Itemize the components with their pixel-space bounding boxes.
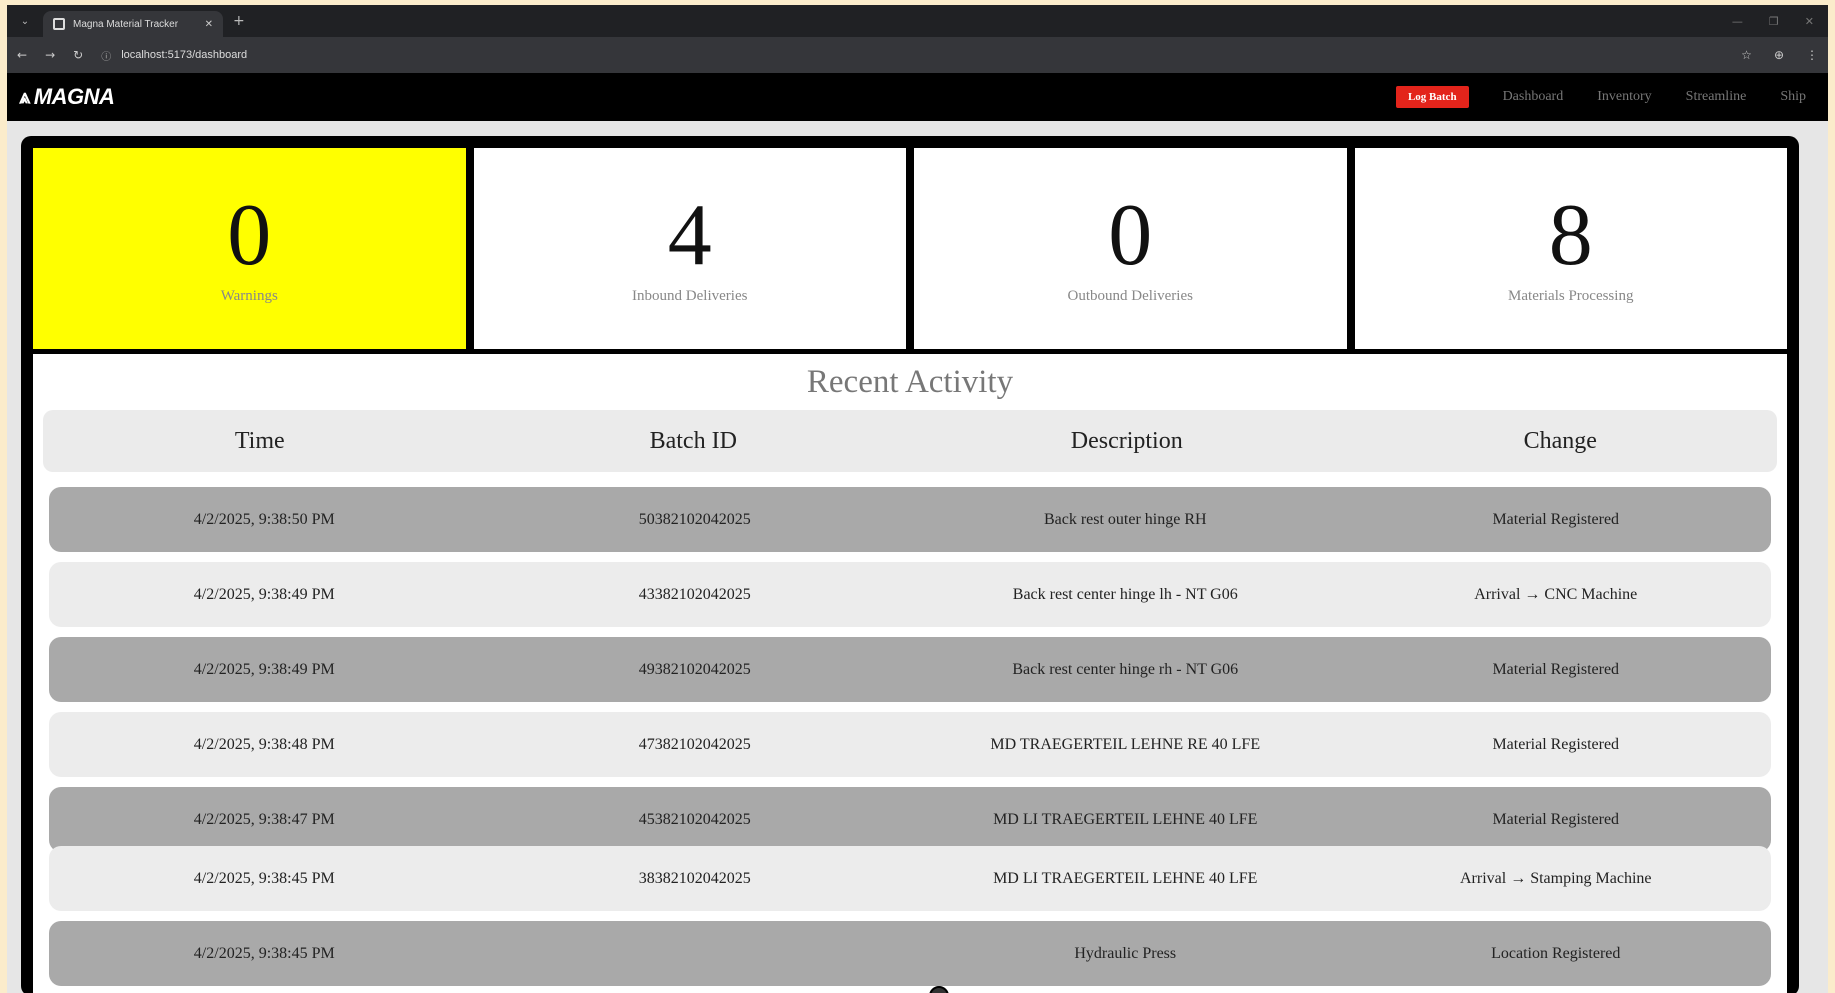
nav-link-inventory[interactable]: Inventory [1597,89,1651,105]
cell-description: Back rest center hinge rh - NT G06 [1012,660,1239,678]
table-row[interactable]: 4/2/2025, 9:38:45 PM Hydraulic Press Loc… [49,921,1771,986]
cell-batch-id: 47382102042025 [638,735,751,753]
stat-value: 8 [1548,187,1593,284]
table-row[interactable]: 4/2/2025, 9:38:50 PM 50382102042025 Back… [49,487,1771,552]
column-header-time: Time [234,427,285,454]
stat-card-materials-processing[interactable]: 8 Materials Processing [1354,148,1787,349]
close-tab-icon[interactable]: ✕ [205,19,213,30]
stat-card-inbound-deliveries[interactable]: 4 Inbound Deliveries [473,148,906,349]
stat-card-warnings[interactable]: 0 Warnings [33,148,466,349]
table-row[interactable]: 4/2/2025, 9:38:49 PM 49382102042025 Back… [49,637,1771,702]
cell-time: 4/2/2025, 9:38:49 PM [193,585,335,603]
cell-change: Location Registered [1491,944,1621,962]
cell-change: Arrival → Stamping Machine [1459,869,1652,887]
bookmark-star-icon[interactable]: ☆ [1741,48,1752,62]
browser-menu-icon[interactable]: ⋮ [1806,48,1818,62]
cell-change: Material Registered [1492,735,1620,753]
stat-value: 0 [227,187,272,284]
back-icon[interactable]: ← [17,48,27,62]
table-row[interactable]: 4/2/2025, 9:38:47 PM 45382102042025 MD L… [49,787,1771,852]
site-info-icon[interactable]: ⓘ [101,48,111,63]
nav-link-dashboard[interactable]: Dashboard [1503,89,1564,105]
url-text: localhost:5173/dashboard [121,49,248,61]
stat-card-outbound-deliveries[interactable]: 0 Outbound Deliveries [914,148,1347,349]
magna-logo[interactable]: ⩓ MAGNA [19,84,115,110]
close-window-icon[interactable]: ✕ [1805,15,1814,28]
extensions-icon[interactable]: ⊕ [1774,48,1784,62]
stat-value: 0 [1108,187,1153,284]
table-header: Time Batch ID Description Change [43,410,1777,472]
cell-batch-id: 43382102042025 [638,585,751,603]
page-favicon-icon [53,18,65,30]
new-tab-icon[interactable]: + [233,13,245,29]
log-batch-button[interactable]: Log Batch [1395,86,1469,108]
cell-change: Material Registered [1492,510,1620,528]
tab-search-icon[interactable]: ⌄ [17,13,33,29]
cell-time: 4/2/2025, 9:38:48 PM [193,735,335,753]
forward-icon[interactable]: → [45,48,55,62]
column-header-batch-id: Batch ID [649,427,737,454]
cell-time: 4/2/2025, 9:38:45 PM [193,869,335,887]
stats-row: 0 Warnings 4 Inbound Deliveries 0 Outbou… [33,148,1787,349]
app-navbar: ⩓ MAGNA Log Batch Dashboard Inventory St… [7,73,1828,121]
nav-links: Log Batch Dashboard Inventory Streamline… [1395,86,1816,108]
cell-description: Back rest outer hinge RH [1043,510,1207,528]
cell-time: 4/2/2025, 9:38:47 PM [193,810,335,828]
stat-label: Materials Processing [1508,288,1634,304]
reload-icon[interactable]: ↻ [73,48,83,62]
magna-chevron-logo-icon: ⩓ [19,85,30,108]
cell-time: 4/2/2025, 9:38:45 PM [193,944,335,962]
recent-activity-title: Recent Activity [806,364,1014,400]
maximize-icon[interactable]: ❐ [1769,15,1779,28]
minimize-icon[interactable]: — [1732,15,1743,28]
cell-description: Hydraulic Press [1074,944,1177,962]
address-bar[interactable]: ⓘ localhost:5173/dashboard [101,48,247,63]
table-row[interactable]: 4/2/2025, 9:38:45 PM 38382102042025 MD L… [49,846,1771,911]
column-header-description: Description [1070,427,1183,454]
window-controls: — ❐ ✕ [1732,15,1828,28]
cell-batch-id: 49382102042025 [638,660,751,678]
address-bar-row: ← → ↻ ⓘ localhost:5173/dashboard ☆ ⊕ ⋮ [7,37,1828,73]
browser-actions: ☆ ⊕ ⋮ [1741,48,1818,62]
activity-rows: 4/2/2025, 9:38:50 PM 50382102042025 Back… [43,487,1777,986]
recent-activity-section: Recent Activity Time Batch ID Descriptio… [33,354,1787,993]
cell-batch-id: 38382102042025 [638,869,751,887]
stat-label: Outbound Deliveries [1067,288,1193,304]
stat-value: 4 [667,187,712,284]
cell-batch-id: 50382102042025 [638,510,751,528]
browser-tab[interactable]: Magna Material Tracker ✕ [43,11,223,37]
dashboard-panel: 0 Warnings 4 Inbound Deliveries 0 Outbou… [21,136,1799,993]
logo-text: MAGNA [33,84,115,109]
cell-change: Arrival → CNC Machine [1474,585,1638,603]
cell-batch-id: 45382102042025 [638,810,751,828]
table-row[interactable]: 4/2/2025, 9:38:48 PM 47382102042025 MD T… [49,712,1771,777]
tab-title: Magna Material Tracker [73,18,179,30]
cell-change: Material Registered [1492,810,1620,828]
cell-description: MD LI TRAEGERTEIL LEHNE 40 LFE [993,810,1258,828]
cell-description: MD TRAEGERTEIL LEHNE RE 40 LFE [990,735,1261,753]
nav-link-ship[interactable]: Ship [1780,89,1806,105]
cell-change: Material Registered [1492,660,1620,678]
cell-description: MD LI TRAEGERTEIL LEHNE 40 LFE [993,869,1258,887]
cell-description: Back rest center hinge lh - NT G06 [1012,585,1238,603]
cell-time: 4/2/2025, 9:38:50 PM [193,510,335,528]
column-header-change: Change [1523,427,1597,454]
table-row[interactable]: 4/2/2025, 9:38:49 PM 43382102042025 Back… [49,562,1771,627]
browser-tab-bar: ⌄ Magna Material Tracker ✕ + — ❐ ✕ [7,5,1828,37]
stat-label: Inbound Deliveries [632,288,748,304]
nav-link-streamline[interactable]: Streamline [1686,89,1747,105]
cell-time: 4/2/2025, 9:38:49 PM [193,660,335,678]
stat-label: Warnings [220,288,278,304]
